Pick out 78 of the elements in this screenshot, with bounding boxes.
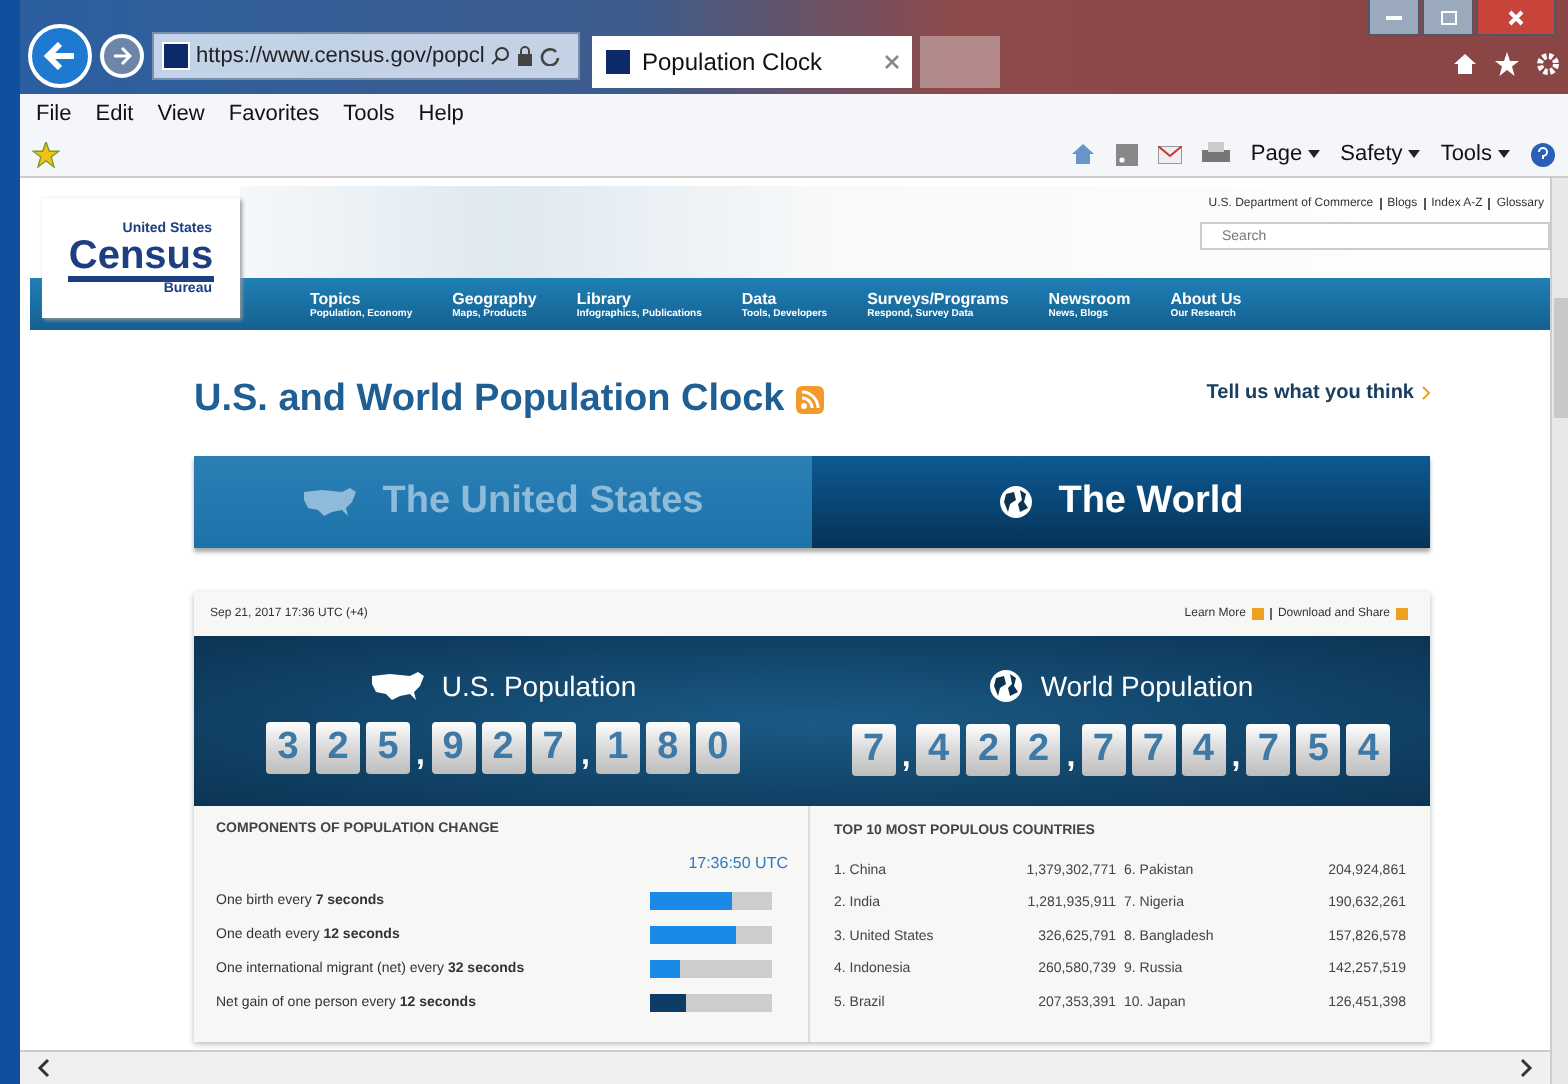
maximize-button[interactable]	[1422, 0, 1474, 36]
counter-digit: 8	[645, 721, 690, 773]
counter-digit: 7	[531, 721, 575, 773]
help-icon[interactable]	[1530, 141, 1556, 167]
forward-arrow-icon	[112, 46, 132, 66]
counter-digit: 2	[481, 721, 525, 773]
counter-digit: 3	[266, 721, 311, 773]
back-button[interactable]	[28, 24, 92, 88]
menu-item[interactable]: Help	[418, 101, 464, 125]
digit-separator: ,	[416, 737, 425, 773]
scroll-right-icon[interactable]	[1518, 1058, 1534, 1078]
counter-title: U.S. Population	[441, 669, 637, 701]
page-title: U.S. and World Population Clock	[194, 378, 785, 422]
mail-icon[interactable]	[1158, 145, 1183, 163]
home-icon[interactable]	[1452, 52, 1478, 76]
counter-digit: 4	[1181, 723, 1226, 775]
digit-separator: ,	[901, 739, 911, 775]
minimize-icon	[1386, 15, 1402, 19]
vertical-scrollbar[interactable]	[1550, 178, 1568, 1084]
back-arrow-icon	[44, 42, 76, 70]
counter-digit: 2	[1016, 723, 1061, 775]
digit-separator: ,	[581, 737, 590, 773]
close-tab-icon[interactable]	[884, 54, 900, 70]
counter-digit: 7	[1081, 723, 1126, 775]
region-tab[interactable]: The World	[812, 456, 1430, 548]
feedback-link[interactable]: Tell us what you think	[1206, 382, 1414, 404]
close-button[interactable]	[1476, 0, 1556, 36]
counter-digit: 7	[1246, 723, 1291, 775]
favorites-star-icon[interactable]	[32, 141, 60, 167]
counter-digit: 5	[366, 721, 411, 773]
scroll-left-icon[interactable]	[36, 1058, 52, 1078]
menu-item[interactable]: View	[157, 101, 205, 125]
menu-item[interactable]: Tools	[343, 101, 395, 125]
address-bar[interactable]: https://www.census.gov/popcl	[152, 32, 580, 80]
lock-icon	[516, 46, 535, 66]
digit-separator: ,	[1066, 739, 1076, 775]
counter-digit: 4	[1346, 723, 1391, 775]
command-menu[interactable]: Safety	[1340, 142, 1421, 166]
menu-item[interactable]: File	[36, 101, 72, 125]
close-icon	[1508, 9, 1524, 25]
us-map-icon	[302, 486, 359, 518]
browser-tab[interactable]: Population Clock	[592, 36, 912, 88]
caret-icon	[1408, 150, 1421, 158]
counter-digit: 2	[316, 721, 361, 773]
counter-digit: 0	[695, 721, 740, 773]
chevron-icon	[1422, 386, 1430, 400]
counter-digit: 7	[851, 723, 896, 775]
search-icon[interactable]	[490, 46, 511, 66]
clock-time: 17:36:50 UTC	[688, 854, 788, 872]
settings-icon[interactable]	[1536, 52, 1560, 76]
site-favicon	[162, 42, 190, 70]
caret-icon	[1498, 150, 1510, 158]
command-menu[interactable]: Tools	[1440, 142, 1510, 166]
counter-digit: 5	[1296, 723, 1341, 775]
counter-digit: 4	[916, 723, 961, 775]
counter-digit: 9	[431, 721, 475, 773]
home-icon[interactable]	[1070, 142, 1097, 166]
counter-title: World Population	[1040, 669, 1254, 701]
globe-icon	[988, 667, 1025, 703]
refresh-icon[interactable]	[540, 46, 561, 66]
command-menu[interactable]: Page	[1250, 142, 1321, 166]
counter-digit: 7	[1131, 723, 1176, 775]
printer-icon[interactable]	[1202, 142, 1231, 166]
horizontal-scrollbar[interactable]	[20, 1050, 1550, 1084]
caret-icon	[1308, 150, 1321, 158]
maximize-icon	[1439, 9, 1457, 25]
us-map-icon	[369, 669, 426, 701]
menu-item[interactable]: Favorites	[228, 101, 320, 125]
star-icon[interactable]	[1494, 52, 1520, 76]
counter-digit: 2	[966, 723, 1011, 775]
counter-digit: 1	[595, 721, 640, 773]
forward-button[interactable]	[100, 34, 144, 78]
digit-separator: ,	[1231, 739, 1241, 775]
menu-item[interactable]: Edit	[95, 101, 134, 125]
site-favicon	[604, 48, 632, 76]
globe-icon	[998, 484, 1035, 520]
feed-icon[interactable]	[1116, 143, 1139, 165]
minimize-button[interactable]	[1368, 0, 1420, 36]
